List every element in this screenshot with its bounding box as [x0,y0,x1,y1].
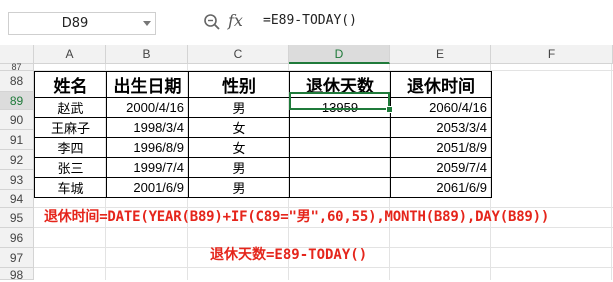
function-icon[interactable]: fx [228,11,243,30]
column-header-b[interactable]: B [106,45,188,64]
data-table: 姓名 出生日期 性别 退休天数 退休时间 赵武 2000/4/16 男 1395… [34,71,492,198]
row-header-98[interactable]: 98 [0,268,34,282]
cell-gender[interactable]: 女 [188,137,290,158]
chevron-down-icon[interactable] [143,21,151,26]
row-header-89[interactable]: 89 [0,92,34,110]
row-header-97[interactable]: 97 [0,248,34,268]
cell-birth[interactable]: 1998/3/4 [106,117,189,138]
formula-bar: D89 fx =E89-TODAY() [0,0,613,46]
cell-retire[interactable]: 2053/3/4 [390,117,492,138]
cell-birth[interactable]: 1996/8/9 [106,137,189,158]
column-header-e[interactable]: E [390,45,491,64]
cell-gender[interactable]: 男 [188,177,290,198]
column-header-c[interactable]: C [188,45,289,64]
cell-gender[interactable]: 男 [188,97,290,118]
column-header-f[interactable]: F [491,45,613,64]
grid-line [34,267,613,268]
cell-name[interactable]: 张三 [34,157,107,178]
active-cell-border[interactable] [289,92,390,110]
table-row: 车城 2001/6/9 男 2061/6/9 [34,177,492,198]
header-cell-birth[interactable]: 出生日期 [106,71,189,98]
row-header-88[interactable]: 88 [0,71,34,92]
cell-name[interactable]: 李四 [34,137,107,158]
spreadsheet-app: D89 fx =E89-TODAY() A B C D E F 87 88 89… [0,0,613,282]
cell-birth[interactable]: 2000/4/16 [106,97,189,118]
formula-input[interactable]: =E89-TODAY() [263,13,357,28]
cell-birth[interactable]: 2001/6/9 [106,177,189,198]
row-header-94[interactable]: 94 [0,190,34,208]
cell-days[interactable] [289,157,391,178]
retire-time-formula-note: 退休时间=DATE(YEAR(B89)+IF(C89="男",60,55),MO… [44,209,550,225]
row-header-96[interactable]: 96 [0,228,34,248]
row-header-92[interactable]: 92 [0,150,34,170]
grid-line [34,227,613,228]
fill-handle[interactable] [386,106,393,113]
table-row: 王麻子 1998/3/4 女 2053/3/4 [34,117,492,138]
row-header-93[interactable]: 93 [0,170,34,190]
cell-gender[interactable]: 女 [188,117,290,138]
header-cell-retire[interactable]: 退休时间 [390,71,492,98]
row-header-95[interactable]: 95 [0,208,34,228]
cell-retire[interactable]: 2061/6/9 [390,177,492,198]
cell-retire[interactable]: 2051/8/9 [390,137,492,158]
header-cell-gender[interactable]: 性别 [188,71,290,98]
cell-retire[interactable]: 2060/4/16 [390,97,492,118]
row-header-87[interactable]: 87 [0,63,34,72]
zoom-icon[interactable] [203,13,221,31]
table-header-row: 姓名 出生日期 性别 退休天数 退休时间 [34,71,492,98]
column-header-d[interactable]: D [289,45,390,64]
cell-retire[interactable]: 2059/7/4 [390,157,492,178]
cell-days[interactable] [289,177,391,198]
cell-days[interactable] [289,117,391,138]
cell-gender[interactable]: 男 [188,157,290,178]
cell-days[interactable] [289,137,391,158]
row-header-91[interactable]: 91 [0,130,34,150]
name-box-value: D89 [61,16,89,31]
cell-name[interactable]: 赵武 [34,97,107,118]
name-box[interactable]: D89 [8,12,156,35]
column-header-a[interactable]: A [34,45,106,64]
table-row: 赵武 2000/4/16 男 13959 2060/4/16 [34,97,492,118]
cell-name[interactable]: 车城 [34,177,107,198]
table-row: 张三 1999/7/4 男 2059/7/4 [34,157,492,178]
cell-name[interactable]: 王麻子 [34,117,107,138]
table-row: 李四 1996/8/9 女 2051/8/9 [34,137,492,158]
row-header-90[interactable]: 90 [0,110,34,130]
retire-days-formula-note: 退休天数=E89-TODAY() [210,247,368,263]
cell-birth[interactable]: 1999/7/4 [106,157,189,178]
header-cell-name[interactable]: 姓名 [34,71,107,98]
